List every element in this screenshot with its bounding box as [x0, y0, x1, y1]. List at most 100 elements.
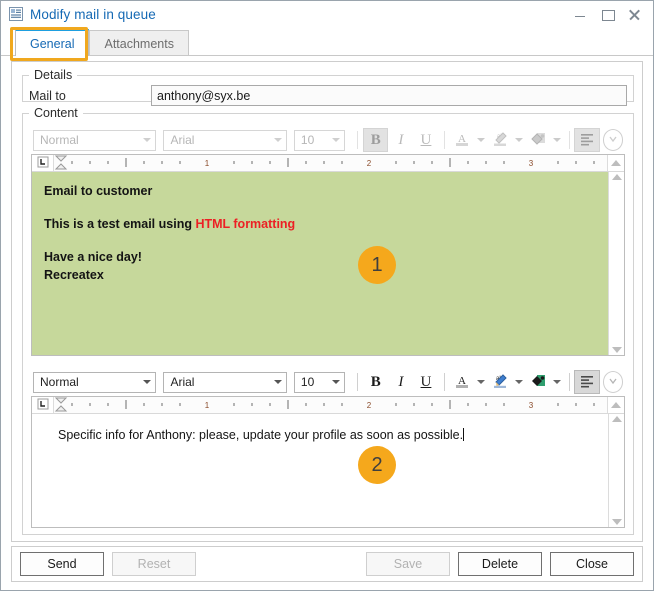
- delete-button[interactable]: Delete: [458, 552, 542, 576]
- chevron-down-circle-icon: [606, 374, 620, 391]
- tab-stop-selector-plain[interactable]: [32, 397, 54, 413]
- plain-editor-shell: 1 2 3 Specific info for Anthony: please,…: [31, 396, 625, 528]
- bold-icon: B: [370, 131, 381, 148]
- paint-bucket-icon: [529, 130, 547, 151]
- fill-color-dropdown-plain[interactable]: [551, 370, 564, 394]
- tab-stop-left-icon: [37, 398, 49, 412]
- font-color-button-html[interactable]: A: [449, 128, 474, 152]
- fill-color-button-html[interactable]: [526, 128, 551, 152]
- paint-bucket-icon: [529, 372, 547, 393]
- highlight-dropdown-html[interactable]: [513, 128, 526, 152]
- html-line-2-prefix: This is a test email using: [44, 216, 196, 231]
- bold-icon: B: [370, 373, 381, 390]
- highlight-dropdown-plain[interactable]: [513, 370, 526, 394]
- html-editor-shell: 1 2 3 Email to customer This is a test e…: [31, 154, 625, 356]
- align-left-button-html[interactable]: [574, 128, 600, 152]
- plain-editor-text-line: Specific info for Anthony: please, updat…: [44, 424, 596, 445]
- chevron-down-icon: [270, 380, 286, 384]
- underline-button-plain[interactable]: U: [413, 370, 438, 394]
- callout-badge-2: 2: [358, 446, 396, 484]
- fill-color-button-plain[interactable]: [526, 370, 551, 394]
- align-left-icon: [579, 373, 595, 392]
- tab-stop-selector-html[interactable]: [32, 155, 54, 171]
- underline-button-html[interactable]: U: [413, 128, 438, 152]
- paragraph-style-value-plain: Normal: [40, 375, 79, 389]
- chevron-down-icon: [328, 138, 344, 142]
- chevron-down-icon: [139, 138, 155, 142]
- plain-editor-block: Normal Arial 10 B I U A 1 2 3 Specific i…: [31, 368, 625, 528]
- font-family-value-html: Arial: [170, 133, 195, 147]
- paragraph-style-value-html: Normal: [40, 133, 79, 147]
- html-editor-vertical-scrollbar[interactable]: [608, 172, 624, 355]
- toolbar-overflow-button-plain[interactable]: [602, 371, 624, 393]
- paragraph-style-dropdown-html[interactable]: Normal: [33, 129, 157, 151]
- svg-text:3: 3: [529, 401, 534, 410]
- tab-stop-left-icon: [37, 156, 49, 170]
- chevron-down-icon: [328, 380, 344, 384]
- font-family-dropdown-plain[interactable]: Arial: [163, 371, 287, 393]
- plain-editor-canvas-row: Specific info for Anthony: please, updat…: [32, 414, 624, 527]
- minimize-button[interactable]: [574, 8, 587, 21]
- font-color-button-plain[interactable]: A: [449, 370, 474, 394]
- send-button[interactable]: Send: [20, 552, 104, 576]
- details-group: Details Mail to: [22, 68, 634, 106]
- html-editor-toolbar: Normal Arial 10 B I U A: [31, 126, 625, 154]
- italic-button-plain[interactable]: I: [388, 370, 413, 394]
- tab-general[interactable]: General: [15, 29, 90, 56]
- title-bar: Modify mail in queue: [1, 1, 653, 28]
- toolbar-separator: [443, 373, 445, 391]
- close-window-button[interactable]: [628, 8, 641, 21]
- html-editor-ruler-row: 1 2 3: [32, 155, 624, 172]
- scroll-up-icon[interactable]: [611, 174, 622, 180]
- font-color-dropdown-html[interactable]: [475, 128, 488, 152]
- italic-button-html[interactable]: I: [388, 128, 413, 152]
- fill-color-dropdown-html[interactable]: [551, 128, 564, 152]
- scroll-up-icon[interactable]: [611, 402, 621, 408]
- font-family-dropdown-html[interactable]: Arial: [163, 129, 287, 151]
- toolbar-separator: [568, 373, 570, 391]
- close-button[interactable]: Close: [550, 552, 634, 576]
- scroll-up-icon[interactable]: [611, 416, 622, 422]
- toolbar-separator: [443, 131, 445, 149]
- highlight-button-html[interactable]: ab: [487, 128, 512, 152]
- align-left-icon: [579, 131, 595, 150]
- highlight-marker-icon: ab: [491, 372, 509, 393]
- scroll-down-icon[interactable]: [611, 519, 622, 525]
- tab-attachments[interactable]: Attachments: [89, 30, 189, 56]
- plain-editor-canvas[interactable]: Specific info for Anthony: please, updat…: [32, 414, 608, 527]
- plain-editor-ruler-row: 1 2 3: [32, 397, 624, 414]
- details-legend: Details: [34, 68, 73, 82]
- mail-to-row: Mail to: [23, 82, 633, 106]
- html-editor-canvas[interactable]: Email to customer This is a test email u…: [32, 172, 608, 355]
- font-color-dropdown-plain[interactable]: [475, 370, 488, 394]
- html-editor-canvas-row: Email to customer This is a test email u…: [32, 172, 624, 355]
- font-size-dropdown-html[interactable]: 10: [293, 129, 346, 151]
- highlight-button-plain[interactable]: ab: [487, 370, 512, 394]
- html-line-1: Email to customer: [44, 184, 153, 198]
- window-controls: [574, 8, 647, 21]
- toolbar-separator: [357, 131, 359, 149]
- font-size-dropdown-plain[interactable]: 10: [293, 371, 346, 393]
- maximize-button[interactable]: [601, 8, 615, 21]
- scroll-up-icon[interactable]: [611, 160, 621, 166]
- bold-button-plain[interactable]: B: [363, 370, 388, 394]
- underline-icon: U: [420, 131, 432, 148]
- chevron-down-icon: [270, 138, 286, 142]
- font-color-icon: A: [453, 130, 471, 151]
- plain-editor-vertical-scrollbar[interactable]: [608, 414, 624, 527]
- svg-text:3: 3: [529, 159, 534, 168]
- paragraph-style-dropdown-plain[interactable]: Normal: [33, 371, 157, 393]
- ruler-ticks-html: 1 2 3: [54, 155, 607, 171]
- mail-to-input[interactable]: [151, 85, 627, 106]
- scroll-down-icon[interactable]: [611, 347, 622, 353]
- html-line-2: This is a test email using HTML formatti…: [44, 215, 596, 234]
- text-caret: [463, 428, 465, 441]
- chevron-down-circle-icon: [606, 132, 620, 149]
- horizontal-ruler-html[interactable]: 1 2 3: [54, 155, 607, 171]
- align-left-button-plain[interactable]: [574, 370, 600, 394]
- plain-editor-toolbar: Normal Arial 10 B I U A: [31, 368, 625, 396]
- tab-strip-underline: [1, 55, 653, 56]
- horizontal-ruler-plain[interactable]: 1 2 3: [54, 397, 607, 413]
- bold-button-html[interactable]: B: [363, 128, 389, 152]
- toolbar-overflow-button-html[interactable]: [602, 129, 624, 151]
